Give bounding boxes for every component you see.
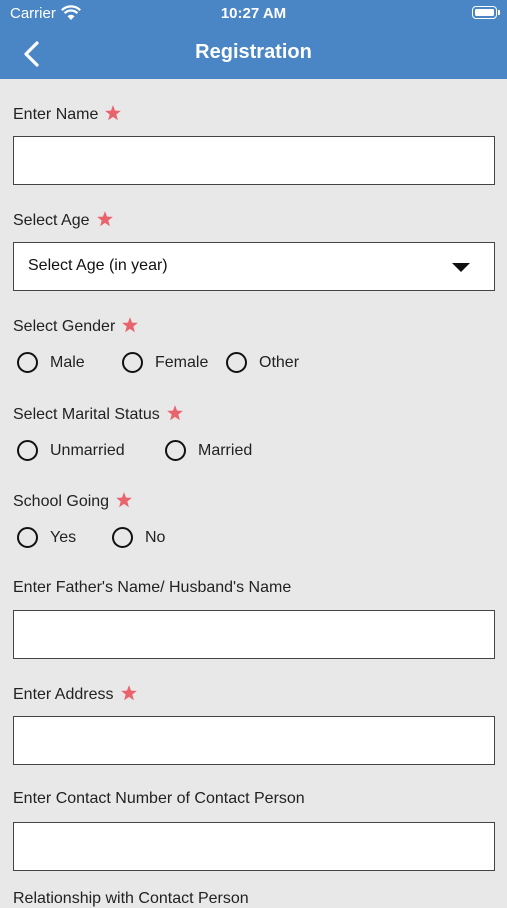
gender-label-text: Select Gender <box>13 318 116 335</box>
marital-radio-married[interactable]: Married <box>165 440 252 461</box>
age-select-value: Select Age (in year) <box>28 257 168 274</box>
contact-number-input[interactable] <box>13 822 495 871</box>
radio-label: No <box>145 528 166 546</box>
radio-label: Male <box>50 353 85 371</box>
required-star-icon <box>105 105 122 121</box>
gender-radio-other[interactable]: Other <box>226 352 299 373</box>
gender-radio-female[interactable]: Female <box>122 352 208 373</box>
radio-label: Married <box>198 441 253 459</box>
name-label: Enter Name <box>13 104 122 124</box>
dropdown-caret-icon <box>452 263 470 272</box>
marital-label: Select Marital Status <box>13 404 184 424</box>
status-bar: Carrier 10:27 AM <box>0 0 507 28</box>
nav-bar: Registration <box>0 28 507 79</box>
address-label: Enter Address <box>13 684 138 704</box>
radio-circle-icon <box>165 440 186 461</box>
gender-radio-male[interactable]: Male <box>17 352 85 373</box>
marital-label-text: Select Marital Status <box>13 406 160 423</box>
name-label-text: Enter Name <box>13 106 99 123</box>
relationship-label: Relationship with Contact Person <box>13 890 249 907</box>
required-star-icon <box>120 685 137 701</box>
address-input[interactable] <box>13 716 495 765</box>
radio-circle-icon <box>17 527 38 548</box>
school-label: School Going <box>13 491 133 511</box>
required-star-icon <box>116 492 132 508</box>
required-star-icon <box>166 405 183 421</box>
age-label-text: Select Age <box>13 212 90 229</box>
school-radio-no[interactable]: No <box>112 527 165 548</box>
father-name-input[interactable] <box>13 610 495 659</box>
gender-label: Select Gender <box>13 316 139 336</box>
radio-circle-icon <box>17 440 38 461</box>
father-label-text: Enter Father's Name/ Husband's Name <box>13 579 292 596</box>
radio-circle-icon <box>112 527 133 548</box>
radio-label: Yes <box>50 528 77 546</box>
radio-label: Female <box>155 353 209 371</box>
name-input[interactable] <box>13 136 495 185</box>
age-label: Select Age <box>13 210 114 230</box>
battery-icon <box>472 6 500 19</box>
age-select[interactable]: Select Age (in year) <box>13 242 495 291</box>
school-radio-yes[interactable]: Yes <box>17 527 76 548</box>
school-label-text: School Going <box>13 493 110 510</box>
marital-radio-unmarried[interactable]: Unmarried <box>17 440 125 461</box>
radio-circle-icon <box>17 352 38 373</box>
page-title: Registration <box>195 41 312 63</box>
required-star-icon <box>96 211 113 227</box>
required-star-icon <box>122 317 139 333</box>
radio-label: Other <box>259 353 300 371</box>
father-label: Enter Father's Name/ Husband's Name <box>13 579 291 597</box>
status-time: 10:27 AM <box>220 5 287 22</box>
radio-label: Unmarried <box>50 441 125 459</box>
radio-circle-icon <box>226 352 247 373</box>
address-label-text: Enter Address <box>13 686 114 703</box>
contact-label: Enter Contact Number of Contact Person <box>13 790 305 808</box>
contact-label-text: Enter Contact Number of Contact Person <box>13 790 305 807</box>
radio-circle-icon <box>122 352 143 373</box>
